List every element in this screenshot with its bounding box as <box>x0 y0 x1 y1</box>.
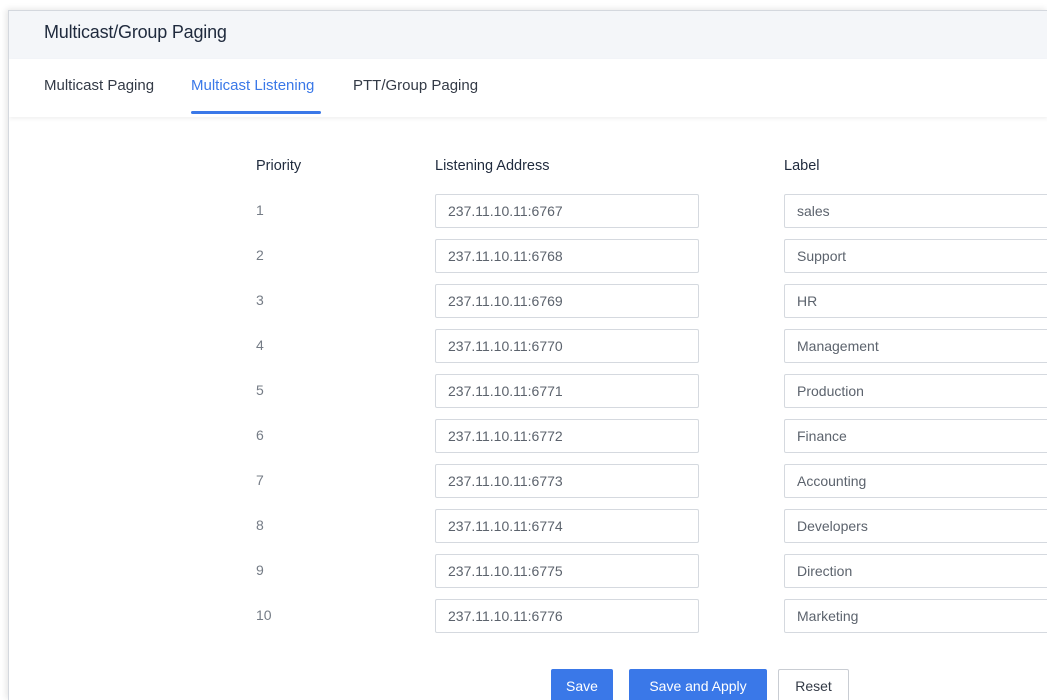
tab-bar: Multicast Paging Multicast Listening PTT… <box>9 59 1047 117</box>
table-row: 10 <box>9 599 1047 633</box>
page-header: Multicast/Group Paging <box>9 11 1047 59</box>
listening-address-input[interactable] <box>435 419 699 453</box>
table-row: 1 <box>9 194 1047 228</box>
listening-address-input[interactable] <box>435 599 699 633</box>
listening-address-input[interactable] <box>435 374 699 408</box>
label-input[interactable] <box>784 374 1047 408</box>
table-row: 8 <box>9 509 1047 543</box>
save-button[interactable]: Save <box>551 669 613 700</box>
listening-address-input[interactable] <box>435 554 699 588</box>
label-input[interactable] <box>784 239 1047 273</box>
listening-address-input[interactable] <box>435 239 699 273</box>
tab-multicast-listening[interactable]: Multicast Listening <box>191 77 314 94</box>
table-row: 3 <box>9 284 1047 318</box>
listening-address-input[interactable] <box>435 329 699 363</box>
table-row: 5 <box>9 374 1047 408</box>
label-input[interactable] <box>784 194 1047 228</box>
column-header-priority: Priority <box>256 158 302 174</box>
page-title: Multicast/Group Paging <box>44 22 227 42</box>
column-header-listening-address: Listening Address <box>435 158 550 174</box>
listening-address-input[interactable] <box>435 509 699 543</box>
app-frame: Multicast/Group Paging Multicast Paging … <box>8 10 1047 700</box>
listening-address-input[interactable] <box>435 284 699 318</box>
table-row: 7 <box>9 464 1047 498</box>
active-tab-indicator <box>191 111 321 114</box>
priority-value: 6 <box>256 427 264 443</box>
label-input[interactable] <box>784 284 1047 318</box>
priority-value: 3 <box>256 292 264 308</box>
priority-value: 8 <box>256 517 264 533</box>
label-input[interactable] <box>784 599 1047 633</box>
listening-address-input[interactable] <box>435 194 699 228</box>
priority-value: 10 <box>256 607 272 623</box>
label-input[interactable] <box>784 509 1047 543</box>
label-input[interactable] <box>784 464 1047 498</box>
priority-value: 7 <box>256 472 264 488</box>
label-input[interactable] <box>784 329 1047 363</box>
label-input[interactable] <box>784 419 1047 453</box>
priority-value: 4 <box>256 337 264 353</box>
label-input[interactable] <box>784 554 1047 588</box>
table-row: 6 <box>9 419 1047 453</box>
column-header-label: Label <box>784 158 820 174</box>
priority-value: 5 <box>256 382 264 398</box>
priority-value: 1 <box>256 202 264 218</box>
priority-value: 2 <box>256 247 264 263</box>
save-and-apply-button[interactable]: Save and Apply <box>629 669 767 700</box>
table-row: 2 <box>9 239 1047 273</box>
table-row: 9 <box>9 554 1047 588</box>
listening-address-input[interactable] <box>435 464 699 498</box>
priority-value: 9 <box>256 562 264 578</box>
tab-multicast-paging[interactable]: Multicast Paging <box>44 77 154 94</box>
table-row: 4 <box>9 329 1047 363</box>
tab-ptt-group-paging[interactable]: PTT/Group Paging <box>353 77 478 94</box>
reset-button[interactable]: Reset <box>778 669 849 700</box>
